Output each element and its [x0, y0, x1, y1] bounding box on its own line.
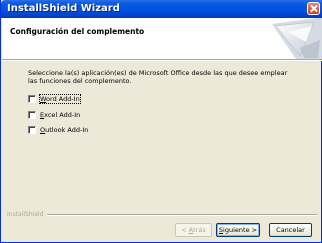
excel-addin-checkbox[interactable] [28, 111, 36, 119]
header-divider [2, 59, 322, 61]
installshield-brand-line: InstallShield [7, 211, 317, 219]
outlook-addin-label[interactable]: Outlook Add-In [40, 126, 88, 134]
excel-addin-label[interactable]: Excel Add-In [40, 111, 80, 119]
word-addin-label[interactable]: Word Add-In [39, 94, 81, 104]
cancel-button[interactable]: Cancelar [269, 223, 312, 237]
back-button[interactable]: < Atrás [175, 223, 212, 237]
close-icon[interactable] [307, 2, 320, 15]
outlook-addin-checkbox[interactable] [28, 126, 36, 134]
word-addin-option[interactable]: Word Add-In [28, 94, 81, 104]
installshield-wizard-window: InstallShield Wizard Configuración del c… [0, 0, 322, 243]
word-addin-checkbox[interactable] [28, 95, 36, 103]
outlook-addin-option[interactable]: Outlook Add-In [28, 125, 88, 135]
wizard-header-graphic-icon [272, 18, 322, 59]
next-button[interactable]: Siguiente > [216, 223, 260, 237]
wizard-header: Configuración del complemento [2, 18, 322, 59]
footer-divider [39, 214, 317, 216]
title-bar[interactable]: InstallShield Wizard [1, 0, 322, 18]
installshield-brand-label: InstallShield [7, 211, 47, 219]
page-title: Configuración del complemento [10, 27, 145, 36]
excel-addin-option[interactable]: Excel Add-In [28, 110, 80, 120]
window-title: InstallShield Wizard [7, 3, 120, 14]
instruction-text: Seleccione la(s) aplicación(es) de Micro… [28, 69, 288, 85]
